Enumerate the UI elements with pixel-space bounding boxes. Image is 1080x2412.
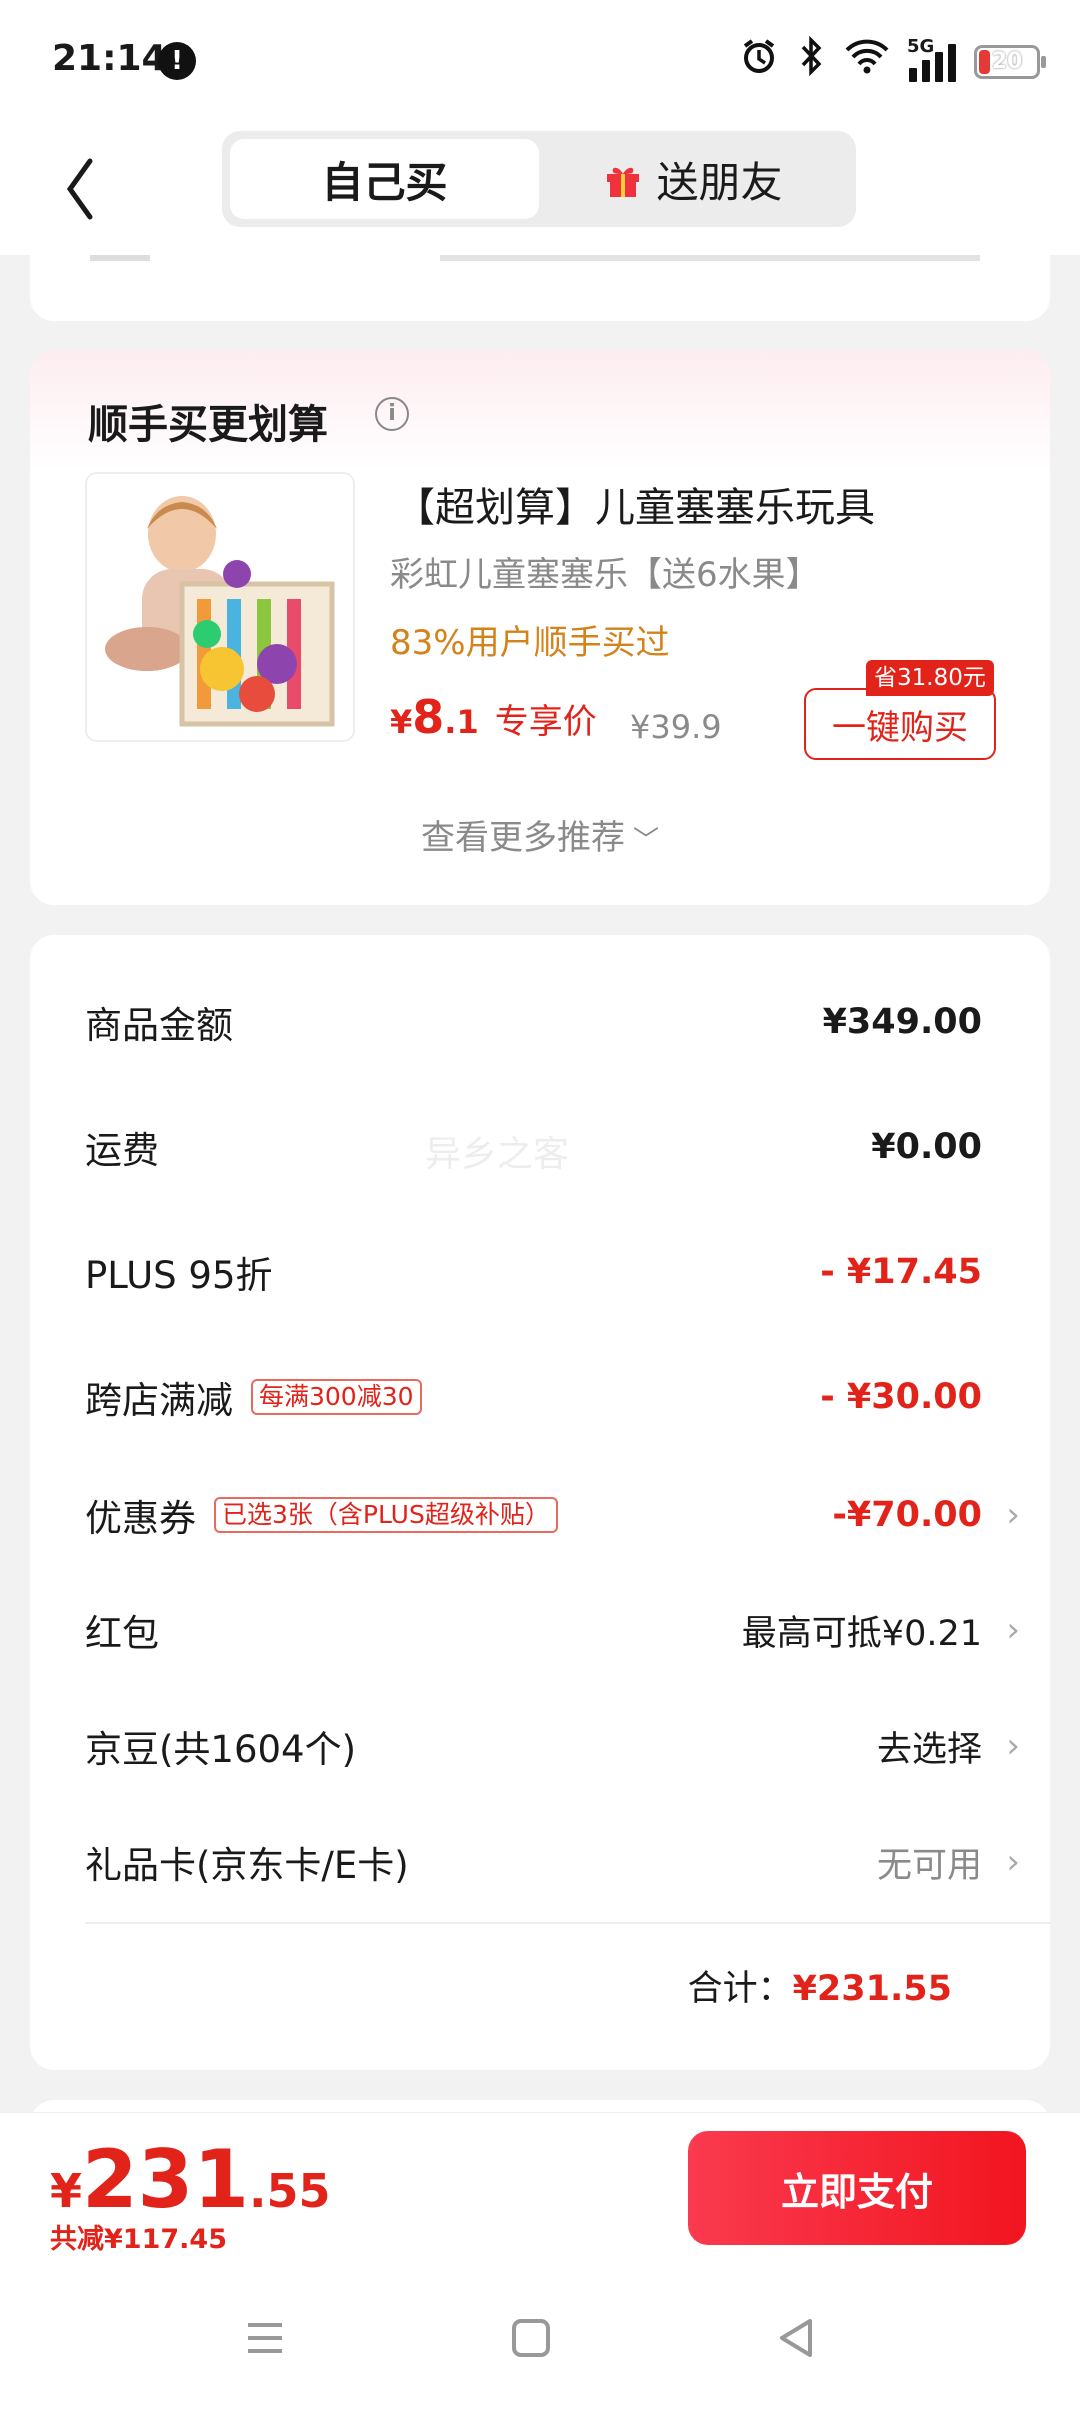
alarm-icon bbox=[739, 36, 779, 87]
price-tag: 专享价 bbox=[494, 702, 597, 742]
product-price: ¥8.1 专享价 bbox=[390, 690, 597, 744]
row-cross-store-discount: 跨店满减 每满300减30 - ¥30.00 bbox=[85, 1367, 1020, 1427]
row-label: 运费 bbox=[85, 1129, 159, 1172]
row-value: 去选择 › bbox=[876, 1726, 1020, 1770]
row-value: 最高可抵¥0.21 › bbox=[741, 1610, 1020, 1654]
home-icon[interactable] bbox=[506, 2313, 556, 2363]
more-recommend-label: 查看更多推荐 bbox=[420, 818, 625, 858]
row-shipping: 运费 ¥0.00 bbox=[85, 1117, 1020, 1177]
row-plus-discount: PLUS 95折 - ¥17.45 bbox=[85, 1242, 1020, 1302]
wifi-icon bbox=[843, 36, 891, 87]
network-type: 5G bbox=[907, 35, 935, 57]
row-gift-card[interactable]: 礼品卡(京东卡/E卡) 无可用 › bbox=[85, 1832, 1020, 1892]
row-label: 优惠券 已选3张（含PLUS超级补贴） bbox=[85, 1488, 558, 1542]
row-value: 无可用 › bbox=[876, 1842, 1020, 1886]
product-subtitle: 彩虹儿童塞塞乐【送6水果】 bbox=[390, 555, 820, 595]
row-red-packet[interactable]: 红包 最高可抵¥0.21 › bbox=[85, 1600, 1020, 1660]
header: 自己买 送朋友 bbox=[0, 125, 1080, 255]
final-price-decimal: .55 bbox=[249, 2164, 331, 2218]
more-recommend-link[interactable]: 查看更多推荐 ﹀ bbox=[30, 810, 1050, 859]
product-image[interactable] bbox=[85, 472, 355, 742]
status-icons: 5G 20 bbox=[739, 35, 1046, 87]
tab-self-buy[interactable]: 自己买 bbox=[230, 139, 539, 219]
save-badge: 省31.80元 bbox=[866, 660, 994, 696]
total-line: 合计：¥231.55 bbox=[688, 1960, 952, 2011]
price-symbol: ¥ bbox=[390, 703, 413, 741]
price-decimal: .1 bbox=[444, 703, 479, 741]
chevron-right-icon: › bbox=[1006, 1726, 1020, 1766]
divider bbox=[85, 1922, 1050, 1924]
back-nav-icon[interactable] bbox=[772, 2313, 822, 2363]
chevron-right-icon: › bbox=[1006, 1842, 1020, 1882]
chevron-left-icon bbox=[66, 158, 93, 220]
row-label: PLUS 95折 bbox=[85, 1254, 273, 1297]
coupon-chip: 已选3张（含PLUS超级补贴） bbox=[214, 1497, 558, 1533]
chevron-down-icon: ﹀ bbox=[632, 826, 659, 856]
row-label: 红包 bbox=[85, 1612, 159, 1655]
menu-icon[interactable] bbox=[240, 2313, 290, 2363]
total-label: 合计： bbox=[687, 1969, 793, 2009]
address-card-edge bbox=[30, 255, 1050, 321]
bluetooth-icon bbox=[797, 35, 825, 87]
recommend-card: 顺手买更划算 i 【超划算】儿童塞塞乐玩具 彩虹儿童塞塞乐【送6水果】 83%用… bbox=[30, 350, 1050, 905]
pay-now-button[interactable]: 立即支付 bbox=[688, 2131, 1026, 2245]
battery-icon: 20 bbox=[974, 44, 1046, 79]
back-button[interactable] bbox=[58, 149, 118, 229]
row-label: 礼品卡(京东卡/E卡) bbox=[85, 1844, 409, 1887]
row-value: ¥0.00 bbox=[871, 1127, 982, 1167]
gift-icon bbox=[604, 160, 642, 198]
system-nav-bar bbox=[0, 2313, 1080, 2383]
original-price: ¥39.9 bbox=[630, 708, 722, 746]
price-integer: 8 bbox=[412, 690, 445, 744]
product-name[interactable]: 【超划算】儿童塞塞乐玩具 bbox=[395, 475, 875, 533]
final-price-integer: 231 bbox=[82, 2133, 250, 2226]
row-label: 商品金额 bbox=[85, 1004, 233, 1047]
one-click-buy-button[interactable]: 一键购买 bbox=[804, 688, 996, 760]
row-goods-amount: 商品金额 ¥349.00 bbox=[85, 992, 1020, 1052]
tab-self-buy-label: 自己买 bbox=[321, 157, 448, 207]
row-value: -¥70.00 › bbox=[832, 1495, 1020, 1535]
row-label: 跨店满减 每满300减30 bbox=[85, 1370, 422, 1424]
status-bar: 21:14 ! 5G 20 bbox=[0, 0, 1080, 125]
tab-send-friend-label: 送朋友 bbox=[656, 157, 783, 207]
row-label: 京豆(共1604个) bbox=[85, 1728, 357, 1771]
total-saved: 共减¥117.45 bbox=[50, 2224, 227, 2255]
recommend-title: 顺手买更划算 bbox=[88, 402, 328, 448]
tab-send-friend[interactable]: 送朋友 bbox=[539, 139, 848, 219]
discount-chip: 每满300减30 bbox=[251, 1379, 422, 1415]
signal-icon: 5G bbox=[907, 36, 956, 82]
price-detail-card: 异乡之客 商品金额 ¥349.00 运费 ¥0.00 PLUS 95折 - ¥1… bbox=[30, 935, 1050, 2070]
status-time: 21:14 bbox=[52, 38, 167, 79]
row-jingdou[interactable]: 京豆(共1604个) 去选择 › bbox=[85, 1716, 1020, 1776]
final-price-symbol: ¥ bbox=[50, 2164, 83, 2218]
final-price: ¥231.55 bbox=[50, 2133, 331, 2226]
buy-mode-switch: 自己买 送朋友 bbox=[222, 131, 856, 227]
battery-level: 20 bbox=[991, 48, 1023, 74]
product-hint: 83%用户顺手买过 bbox=[390, 623, 670, 663]
row-coupon[interactable]: 优惠券 已选3张（含PLUS超级补贴） -¥70.00 › bbox=[85, 1485, 1020, 1545]
row-value: - ¥30.00 bbox=[820, 1377, 982, 1417]
chevron-right-icon: › bbox=[1006, 1610, 1020, 1650]
info-icon: ! bbox=[158, 42, 196, 80]
row-value: ¥349.00 bbox=[822, 1002, 982, 1042]
chevron-right-icon: › bbox=[1006, 1495, 1020, 1535]
total-value: ¥231.55 bbox=[792, 1969, 952, 2009]
checkout-bar: ¥231.55 共减¥117.45 立即支付 bbox=[0, 2112, 1080, 2412]
row-value: - ¥17.45 bbox=[820, 1252, 982, 1292]
info-circle-icon[interactable]: i bbox=[375, 397, 409, 431]
